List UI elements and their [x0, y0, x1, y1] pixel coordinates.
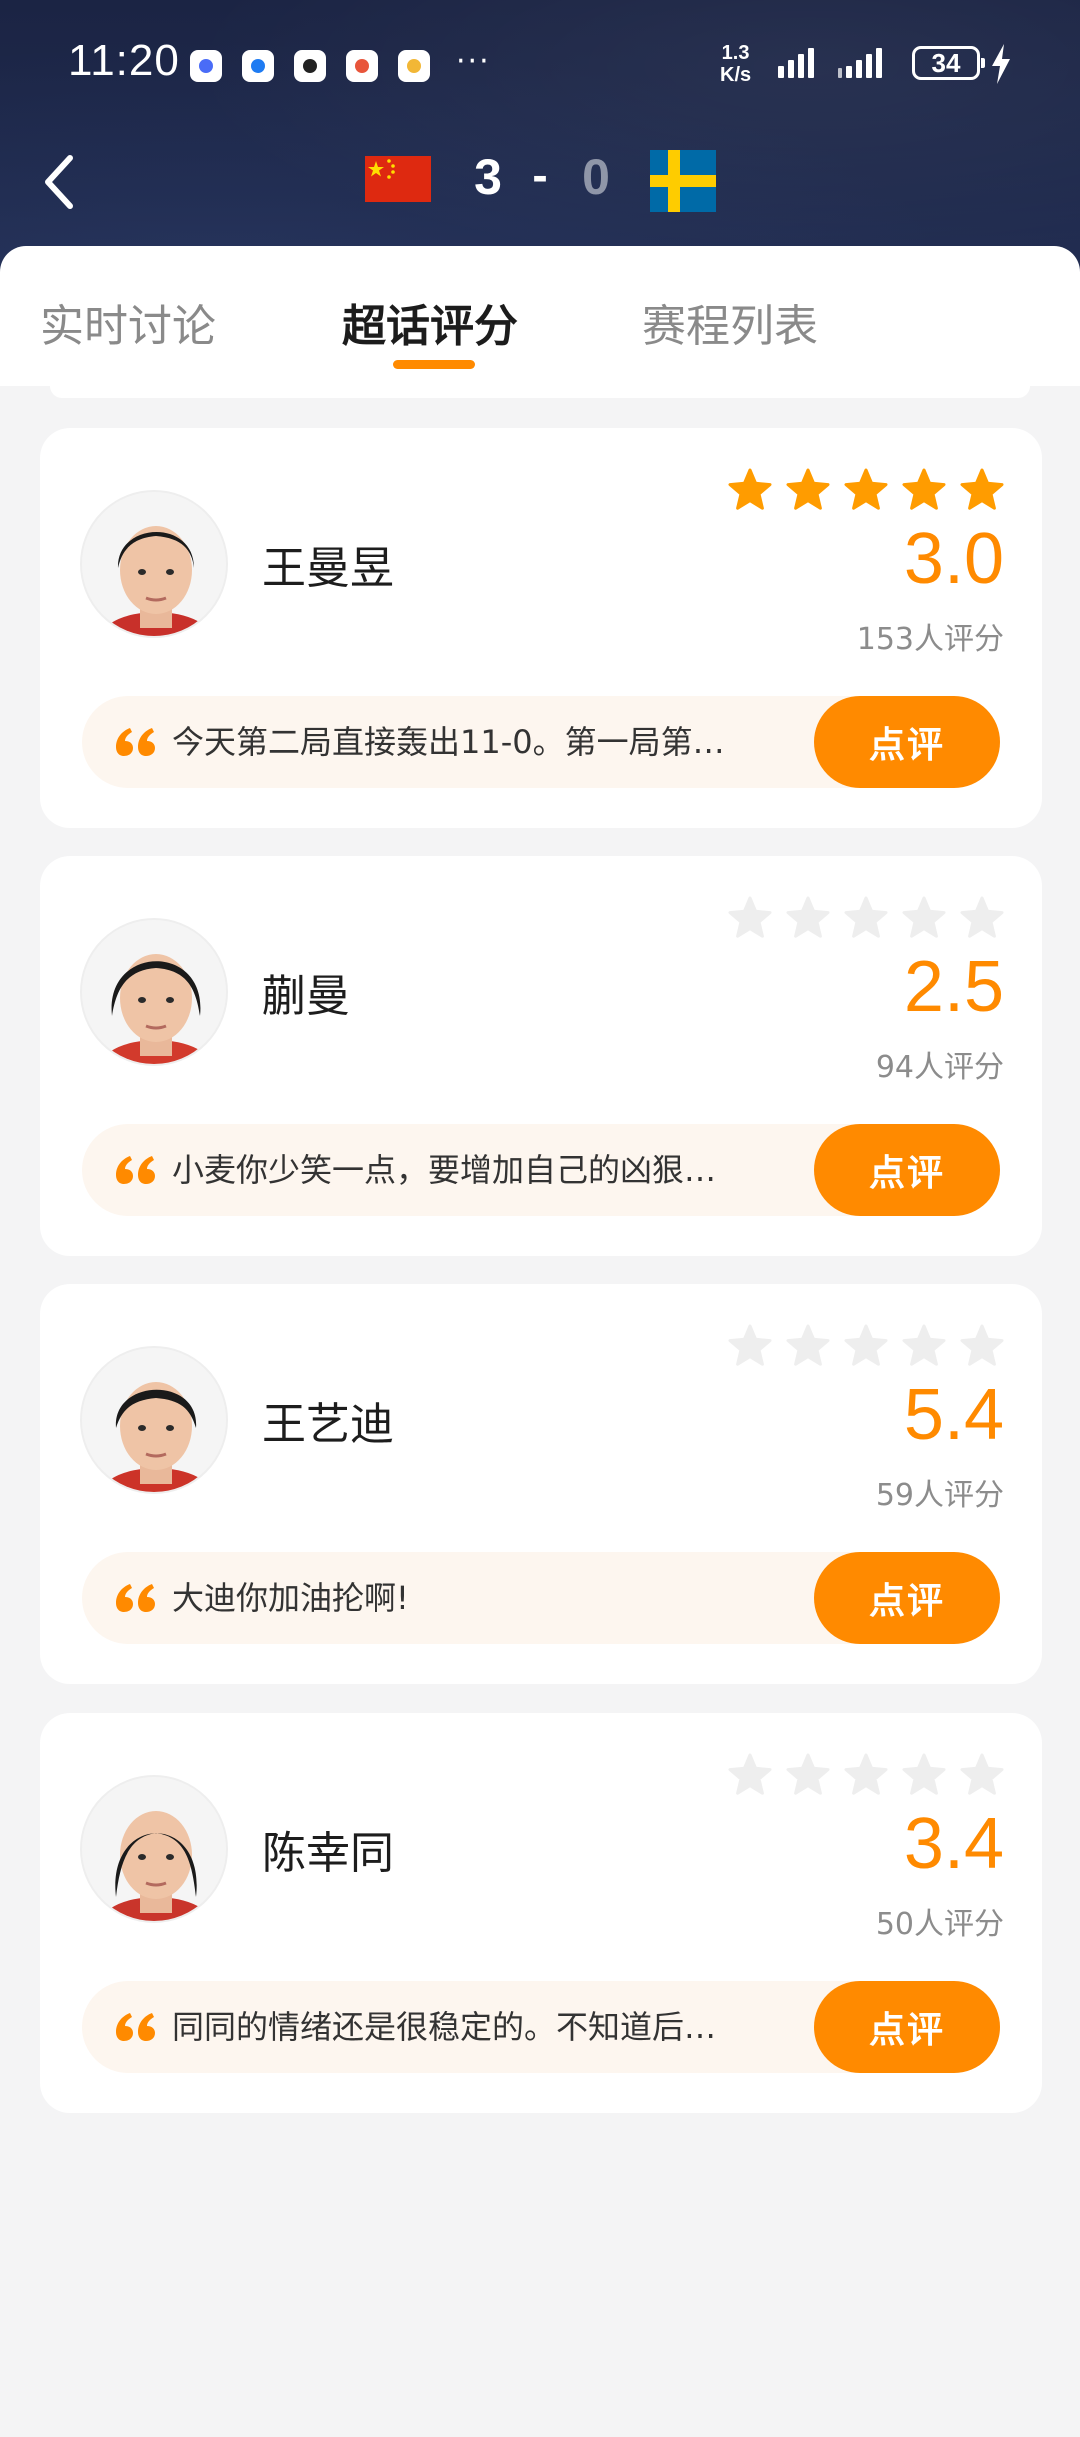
star-icon: [844, 896, 888, 938]
comment-text: 小麦你少笑一点，要增加自己的凶狠…: [172, 1151, 717, 1189]
sweden-flag-icon: [650, 150, 716, 212]
player-score: 2.5: [903, 947, 1004, 1027]
review-button[interactable]: 点评: [814, 696, 1000, 788]
back-button[interactable]: [36, 152, 86, 212]
status-bar: 11:20 ··· 1.3 K/s 34: [0, 30, 1080, 100]
tab-bar: 实时讨论 超话评分 赛程列表: [0, 246, 1080, 386]
tab-rating[interactable]: 超话评分: [342, 290, 518, 354]
notification-app-icon: [190, 50, 222, 82]
active-tab-indicator: [393, 360, 475, 369]
match-score-row: 3 - 0: [0, 140, 1080, 220]
signal-icon-secondary: [838, 46, 882, 78]
comment-text: 今天第二局直接轰出11-0。第一局第…: [172, 723, 725, 761]
avatar[interactable]: [80, 918, 228, 1066]
network-speed-unit: K/s: [720, 64, 752, 86]
rating-count: 59人评分: [875, 1478, 1004, 1513]
top-comment[interactable]: 同同的情绪还是很稳定的。不知道后… 点评: [82, 1981, 1000, 2073]
rating-count: 153人评分: [856, 622, 1004, 657]
star-icon: [902, 468, 946, 510]
star-icon: [960, 896, 1004, 938]
review-button[interactable]: 点评: [814, 1981, 1000, 2073]
star-icon: [960, 1753, 1004, 1795]
player-score: 3.0: [903, 519, 1004, 599]
rating-count: 50人评分: [875, 1907, 1004, 1942]
top-comment[interactable]: 小麦你少笑一点，要增加自己的凶狠… 点评: [82, 1124, 1000, 1216]
china-flag-icon: [365, 156, 431, 202]
top-comment[interactable]: 大迪你加油抡啊! 点评: [82, 1552, 1000, 1644]
comment-text: 同同的情绪还是很稳定的。不知道后…: [172, 2008, 717, 2046]
player-name: 王曼昱: [262, 543, 394, 594]
rating-stars: [728, 468, 1004, 512]
star-icon: [960, 468, 1004, 510]
notification-icons: ···: [190, 44, 491, 82]
player-score: 5.4: [903, 1375, 1004, 1455]
star-icon: [786, 896, 830, 938]
avatar[interactable]: [80, 490, 228, 638]
comment-text: 大迪你加油抡啊!: [172, 1579, 409, 1617]
star-icon: [728, 1753, 772, 1795]
star-icon: [902, 896, 946, 938]
home-score: 3: [474, 149, 502, 205]
quote-icon: [116, 1584, 155, 1612]
rating-stars: [728, 1324, 1004, 1368]
status-time: 11:20: [68, 36, 180, 85]
player-name: 陈幸同: [262, 1828, 394, 1879]
player-card-1: 王曼昱 3.0 153人评分 今天第二局直接轰出11-0。第一局第… 点评: [40, 428, 1042, 828]
signal-icon: [778, 46, 814, 78]
star-icon: [960, 1324, 1004, 1366]
player-photo: [82, 1777, 226, 1921]
notification-app-icon: [242, 50, 274, 82]
notification-app-icon: [346, 50, 378, 82]
rating-stars: [728, 896, 1004, 940]
network-speed-value: 1.3: [721, 42, 750, 64]
star-icon: [844, 1753, 888, 1795]
player-photo: [82, 492, 226, 636]
player-name: 蒯曼: [262, 971, 350, 1022]
rating-stars: [728, 1753, 1004, 1797]
player-card-2: 蒯曼 2.5 94人评分 小麦你少笑一点，要增加自己的凶狠… 点评: [40, 856, 1042, 1256]
star-icon: [728, 896, 772, 938]
star-icon: [786, 1753, 830, 1795]
notification-app-icon: [294, 50, 326, 82]
star-icon: [902, 1324, 946, 1366]
player-score: 3.4: [903, 1804, 1004, 1884]
tab-live-discussion[interactable]: 实时讨论: [40, 290, 216, 354]
avatar[interactable]: [80, 1775, 228, 1923]
player-card-4: 陈幸同 3.4 50人评分 同同的情绪还是很稳定的。不知道后… 点评: [40, 1713, 1042, 2113]
review-button[interactable]: 点评: [814, 1124, 1000, 1216]
star-icon: [728, 1324, 772, 1366]
tab-schedule[interactable]: 赛程列表: [642, 290, 818, 354]
quote-icon: [116, 728, 155, 756]
battery-icon: 34: [912, 46, 985, 80]
network-speed: 1.3 K/s: [720, 42, 751, 86]
quote-icon: [116, 2013, 155, 2041]
quote-icon: [116, 1156, 155, 1184]
notification-app-icon: [398, 50, 430, 82]
top-comment[interactable]: 今天第二局直接轰出11-0。第一局第… 点评: [82, 696, 1000, 788]
rating-count: 94人评分: [875, 1050, 1004, 1085]
player-photo: [82, 920, 226, 1064]
player-name: 王艺迪: [262, 1399, 394, 1450]
star-icon: [844, 1324, 888, 1366]
star-icon: [786, 1324, 830, 1366]
player-card-3: 王艺迪 5.4 59人评分 大迪你加油抡啊! 点评: [40, 1284, 1042, 1684]
star-icon: [902, 1753, 946, 1795]
star-icon: [786, 468, 830, 510]
away-score: 0: [582, 149, 610, 205]
avatar[interactable]: [80, 1346, 228, 1494]
player-photo: [82, 1348, 226, 1492]
star-icon: [844, 468, 888, 510]
review-button[interactable]: 点评: [814, 1552, 1000, 1644]
more-notifications-icon: ···: [456, 43, 491, 79]
star-icon: [728, 468, 772, 510]
score-separator: -: [532, 149, 548, 201]
charging-icon: [992, 44, 1010, 84]
previous-card-edge: [50, 386, 1030, 398]
